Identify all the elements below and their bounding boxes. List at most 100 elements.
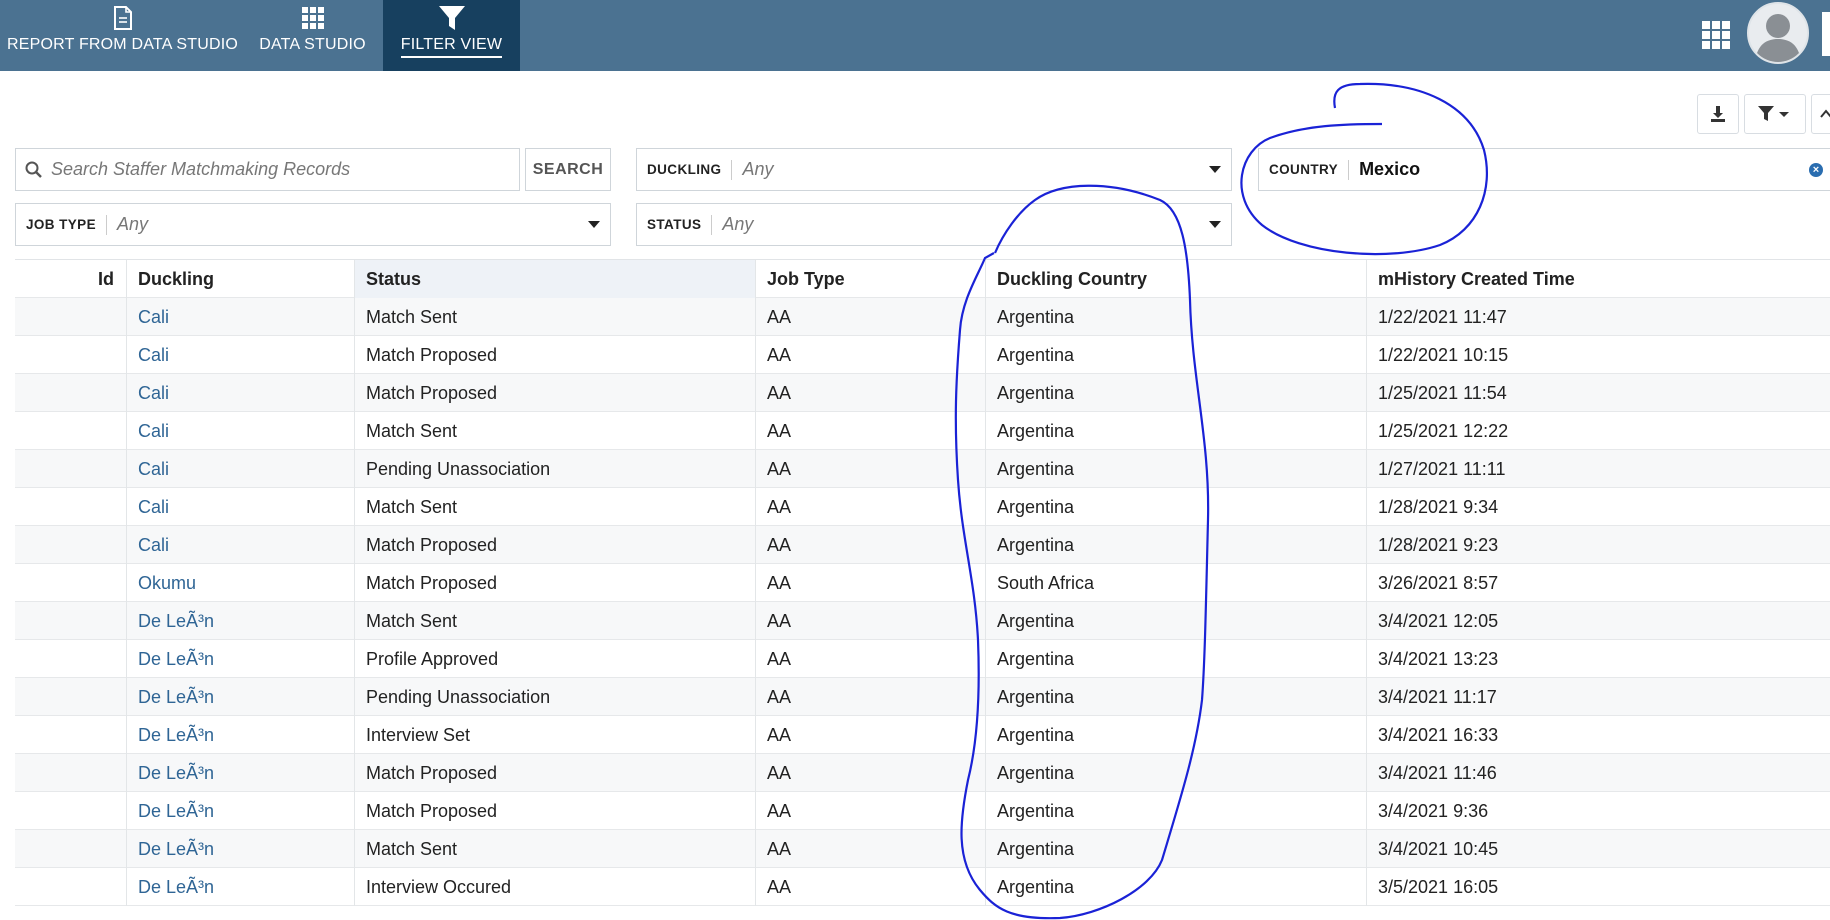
clear-filter-icon[interactable]: × (1809, 163, 1823, 177)
collapse-button[interactable] (1811, 94, 1830, 134)
cell-status: Match Sent (355, 298, 756, 336)
filter-label: COUNTRY (1259, 159, 1350, 180)
cell-status: Match Sent (355, 602, 756, 640)
tab-filter-view[interactable]: FILTER VIEW (383, 0, 520, 71)
tab-report-from-data-studio[interactable]: REPORT FROM DATA STUDIO (0, 0, 245, 71)
cell-duckling-country: Argentina (986, 640, 1367, 678)
table-row[interactable]: De LeÃ³n Match Proposed AA Argentina 3/4/202… (15, 754, 1830, 792)
cell-duckling[interactable]: De LeÃ³n (127, 792, 355, 830)
cell-job-type: AA (756, 754, 986, 792)
cell-duckling-country: Argentina (986, 792, 1367, 830)
cell-duckling[interactable]: Cali (127, 412, 355, 450)
table-row[interactable]: Cali Match Sent AA Argentina 1/28/2021 9:34 (15, 488, 1830, 526)
table-row[interactable]: De LeÃ³n Interview Set AA Argentina 3/4/2021… (15, 716, 1830, 754)
cell-duckling-country: Argentina (986, 830, 1367, 868)
filter-icon (1758, 106, 1789, 121)
cell-created-time: 1/25/2021 12:22 (1378, 421, 1509, 441)
table-header-row: Id Duckling Status Job Type Duckling Cou… (15, 260, 1830, 298)
table-row[interactable]: De LeÃ³n Pending Unassociation AA Argentina… (15, 678, 1830, 716)
cell-duckling[interactable]: De LeÃ³n (127, 754, 355, 792)
duckling-filter[interactable]: DUCKLING Any (636, 148, 1232, 191)
cell-duckling[interactable]: Cali (127, 488, 355, 526)
cell-status: Match Proposed (355, 336, 756, 374)
cell-duckling-country: Argentina (986, 488, 1367, 526)
cell-created-time: 3/4/2021 11:46 (1378, 763, 1497, 783)
column-header-job-type[interactable]: Job Type (756, 260, 986, 298)
avatar-edge (1822, 12, 1830, 56)
cell-job-type: AA (756, 374, 986, 412)
avatar[interactable] (1747, 2, 1809, 64)
cell-id (15, 754, 127, 792)
table-row[interactable]: Cali Match Sent AA Argentina 1/22/2021 11:47 (15, 298, 1830, 336)
cell-duckling-country: Argentina (986, 298, 1367, 336)
cell-job-type: AA (756, 298, 986, 336)
cell-status: Match Proposed (355, 792, 756, 830)
table-row[interactable]: Cali Match Proposed AA Argentina 1/22/2021 1… (15, 336, 1830, 374)
cell-job-type: AA (756, 868, 986, 906)
cell-duckling[interactable]: De LeÃ³n (127, 868, 355, 906)
table-row[interactable]: De LeÃ³n Match Sent AA Argentina 3/4/2021 10… (15, 830, 1830, 868)
status-filter[interactable]: STATUS Any (636, 203, 1232, 246)
tab-data-studio[interactable]: DATA STUDIO (245, 0, 380, 71)
cell-job-type: AA (756, 678, 986, 716)
table-row[interactable]: De LeÃ³n Match Sent AA Argentina 3/4/2021 12… (15, 602, 1830, 640)
user-silhouette-icon (1755, 14, 1801, 62)
cell-duckling[interactable]: Cali (127, 298, 355, 336)
table-row[interactable]: Cali Match Proposed AA Argentina 1/25/2021 1… (15, 374, 1830, 412)
cell-created-time: 1/25/2021 11:54 (1378, 383, 1507, 403)
cell-duckling-country: Argentina (986, 412, 1367, 450)
cell-id (15, 526, 127, 564)
search-input[interactable] (49, 158, 513, 181)
table-row[interactable]: De LeÃ³n Match Proposed AA Argentina 3/4/202… (15, 792, 1830, 830)
cell-id (15, 640, 127, 678)
cell-created-time: 3/5/2021 16:05 (1378, 877, 1499, 897)
search-field[interactable] (15, 148, 520, 191)
cell-duckling[interactable]: Cali (127, 336, 355, 374)
table-row[interactable]: Okumu Match Proposed AA South Africa 3/26/20… (15, 564, 1830, 602)
filter-value: Mexico (1359, 159, 1421, 179)
job-type-filter[interactable]: JOB TYPE Any (15, 203, 611, 246)
cell-duckling[interactable]: Cali (127, 450, 355, 488)
cell-created-time: 1/28/2021 9:23 (1378, 535, 1499, 555)
cell-status: Interview Occured (355, 868, 756, 906)
cell-duckling[interactable]: De LeÃ³n (127, 678, 355, 716)
column-header-created-time[interactable]: mHistory Created Time (1367, 260, 1830, 298)
filter-dropdown-button[interactable] (1744, 94, 1806, 134)
cell-duckling[interactable]: Okumu (127, 564, 355, 602)
search-icon (25, 161, 42, 178)
table-row[interactable]: Cali Match Sent AA Argentina 1/25/2021 12:22 (15, 412, 1830, 450)
table-row[interactable]: Cali Pending Unassociation AA Argentina 1/27… (15, 450, 1830, 488)
cell-job-type: AA (756, 488, 986, 526)
cell-id (15, 412, 127, 450)
caret-down-icon (588, 221, 600, 228)
cell-job-type: AA (756, 602, 986, 640)
tab-label: DATA STUDIO (259, 36, 366, 53)
cell-id (15, 374, 127, 412)
table-row[interactable]: Cali Match Proposed AA Argentina 1/28/2021 9… (15, 526, 1830, 564)
caret-down-icon (1209, 166, 1221, 173)
cell-duckling-country: Argentina (986, 450, 1367, 488)
cell-status: Match Proposed (355, 526, 756, 564)
column-header-duckling-country[interactable]: Duckling Country (986, 260, 1367, 298)
column-header-id[interactable]: Id (15, 260, 127, 298)
cell-created-time: 3/26/2021 8:57 (1378, 573, 1499, 593)
country-filter[interactable]: COUNTRY Mexico (1258, 148, 1830, 191)
top-nav-bar: REPORT FROM DATA STUDIO DATA STUDIO FILT… (0, 0, 1830, 71)
column-header-status[interactable]: Status (355, 260, 756, 298)
cell-status: Match Sent (355, 412, 756, 450)
download-button[interactable] (1697, 94, 1739, 134)
cell-duckling[interactable]: De LeÃ³n (127, 716, 355, 754)
cell-job-type: AA (756, 412, 986, 450)
cell-duckling[interactable]: Cali (127, 526, 355, 564)
cell-duckling[interactable]: De LeÃ³n (127, 640, 355, 678)
cell-id (15, 450, 127, 488)
table-row[interactable]: De LeÃ³n Interview Occured AA Argentina 3/5/… (15, 868, 1830, 906)
cell-duckling[interactable]: De LeÃ³n (127, 602, 355, 640)
table-row[interactable]: De LeÃ³n Profile Approved AA Argentina 3/4/2… (15, 640, 1830, 678)
caret-down-icon (1209, 221, 1221, 228)
column-header-duckling[interactable]: Duckling (127, 260, 355, 298)
search-button[interactable]: SEARCH (525, 148, 611, 191)
cell-duckling[interactable]: De LeÃ³n (127, 830, 355, 868)
apps-grid-icon[interactable] (1702, 21, 1730, 54)
cell-duckling[interactable]: Cali (127, 374, 355, 412)
